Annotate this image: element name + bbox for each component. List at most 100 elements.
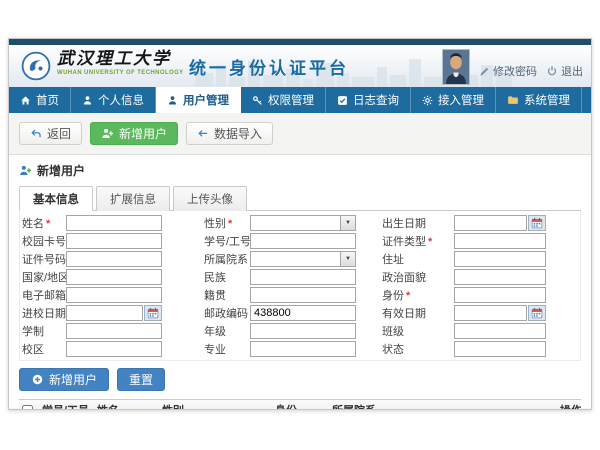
section-title: 新增用户	[37, 162, 85, 179]
valid-date-field	[454, 305, 546, 321]
screenshot-canvas: 武汉理工大学 WUHAN UNIVERSITY OF TECHNOLOGY 统一…	[0, 0, 600, 450]
education-length-field	[66, 323, 162, 339]
add-user-toolbar-button[interactable]: 新增用户	[90, 122, 178, 145]
valid-date-input[interactable]	[454, 305, 527, 321]
form-row: 电子邮箱籍贯身份*	[22, 286, 578, 304]
class-input[interactable]	[454, 323, 546, 339]
identity-input[interactable]	[454, 287, 546, 303]
form-actions: 新增用户 重置	[19, 361, 581, 397]
campus-card-number-field	[66, 233, 162, 249]
id-number-input[interactable]	[66, 251, 162, 267]
id-number-label: 证件号码*	[22, 251, 66, 267]
entry-date-calendar-button[interactable]	[144, 305, 162, 321]
id-type-field	[454, 233, 546, 249]
entry-date-field	[66, 305, 162, 321]
content-area: 返回 新增用户 数据导入	[9, 113, 591, 409]
birth-date-label: 出生日期	[356, 215, 454, 231]
postal-code-field	[250, 305, 356, 321]
back-button[interactable]: 返回	[19, 122, 82, 145]
user-plus-icon	[101, 127, 114, 140]
basic-info-form: 姓名*性别*▼出生日期校园卡号学号/工号*证件类型*证件号码*所属院系▼住址国家…	[19, 211, 581, 361]
gender-select-value	[251, 216, 340, 230]
campus-label: 校区	[22, 341, 66, 357]
nav-item-access-management[interactable]: 接入管理	[411, 87, 496, 113]
gender-select[interactable]: ▼	[250, 215, 356, 231]
nav-item-system-management[interactable]: 系统管理	[496, 87, 582, 113]
nav-item-subscription-management[interactable]: 订阅管理	[582, 87, 592, 113]
country-region-label: 国家/地区	[22, 269, 66, 285]
power-icon	[546, 65, 558, 77]
ethnicity-label: 民族	[162, 269, 250, 285]
data-import-button[interactable]: 数据导入	[186, 122, 273, 145]
form-row: 姓名* 性别*▼出生日期	[22, 214, 578, 232]
tab-basic-info[interactable]: 基本信息	[19, 186, 93, 211]
entry-date-input[interactable]	[66, 305, 143, 321]
grade-input[interactable]	[250, 323, 356, 339]
id-type-input[interactable]	[454, 233, 546, 249]
political-status-input[interactable]	[454, 269, 546, 285]
nav-item-label: 首页	[36, 92, 59, 108]
entry-date-label: 进校日期	[22, 305, 66, 321]
address-label: 住址	[356, 251, 454, 267]
campus-input[interactable]	[66, 341, 162, 357]
major-input[interactable]	[250, 341, 356, 357]
birth-date-input[interactable]	[454, 215, 527, 231]
birth-date-calendar-button[interactable]	[528, 215, 546, 231]
grade-label: 年级	[162, 323, 250, 339]
identity-field	[454, 287, 546, 303]
logout-link[interactable]: 退出	[546, 63, 583, 79]
address-input[interactable]	[454, 251, 546, 267]
select-all-checkbox[interactable]	[22, 405, 33, 411]
name-input[interactable]	[66, 215, 162, 231]
change-password-link[interactable]: 修改密码	[479, 63, 537, 79]
gender-label: 性别*	[162, 215, 250, 231]
political-status-field	[454, 269, 546, 285]
native-place-input[interactable]	[250, 287, 356, 303]
table-header-row: 学号/工号姓名性别身份所属院系操作	[19, 399, 581, 410]
toolbar: 返回 新增用户 数据导入	[9, 113, 591, 155]
ethnicity-field	[250, 269, 356, 285]
status-input[interactable]	[454, 341, 546, 357]
app-window: 武汉理工大学 WUHAN UNIVERSITY OF TECHNOLOGY 统一…	[8, 38, 592, 410]
nav-item-personal-info[interactable]: 个人信息	[71, 87, 156, 113]
email-input[interactable]	[66, 287, 162, 303]
gender-field: ▼	[250, 215, 356, 231]
department-select[interactable]: ▼	[250, 251, 356, 267]
name-label: 姓名*	[22, 215, 66, 231]
required-asterisk: *	[428, 236, 432, 248]
identity-label: 身份*	[356, 287, 454, 303]
education-length-input[interactable]	[66, 323, 162, 339]
native-place-field	[250, 287, 356, 303]
tab-bar: 基本信息扩展信息上传头像	[19, 185, 581, 211]
department-field: ▼	[250, 251, 356, 267]
reset-button[interactable]: 重置	[117, 368, 165, 391]
nav-item-label: 日志查询	[353, 92, 399, 108]
log-check-icon	[337, 95, 348, 106]
form-row: 国家/地区民族政治面貌	[22, 268, 578, 286]
tab-upload-avatar[interactable]: 上传头像	[173, 186, 247, 211]
col-header-department: 所属院系	[332, 402, 560, 410]
campus-card-number-input[interactable]	[66, 233, 162, 249]
native-place-label: 籍贯	[162, 287, 250, 303]
required-asterisk: *	[406, 290, 410, 302]
submit-add-user-button[interactable]: 新增用户	[19, 368, 109, 391]
country-region-field	[66, 269, 162, 285]
folder-icon	[507, 94, 519, 106]
nav-item-label: 权限管理	[268, 92, 314, 108]
tab-extended-info[interactable]: 扩展信息	[96, 186, 170, 211]
nav-item-permission-management[interactable]: 权限管理	[241, 87, 326, 113]
nav-item-user-management[interactable]: 用户管理	[156, 87, 241, 113]
country-region-input[interactable]	[66, 269, 162, 285]
nav-item-log-query[interactable]: 日志查询	[326, 87, 411, 113]
ethnicity-input[interactable]	[250, 269, 356, 285]
data-import-label: 数据导入	[214, 125, 262, 142]
postal-code-input[interactable]	[250, 305, 356, 321]
major-label: 专业	[162, 341, 250, 357]
student-id-input[interactable]	[250, 233, 356, 249]
student-id-label: 学号/工号*	[162, 233, 250, 249]
user-avatar[interactable]	[442, 49, 470, 85]
nav-item-label: 接入管理	[438, 92, 484, 108]
birth-date-field	[454, 215, 546, 231]
nav-item-home[interactable]: 首页	[9, 87, 71, 113]
valid-date-calendar-button[interactable]	[528, 305, 546, 321]
